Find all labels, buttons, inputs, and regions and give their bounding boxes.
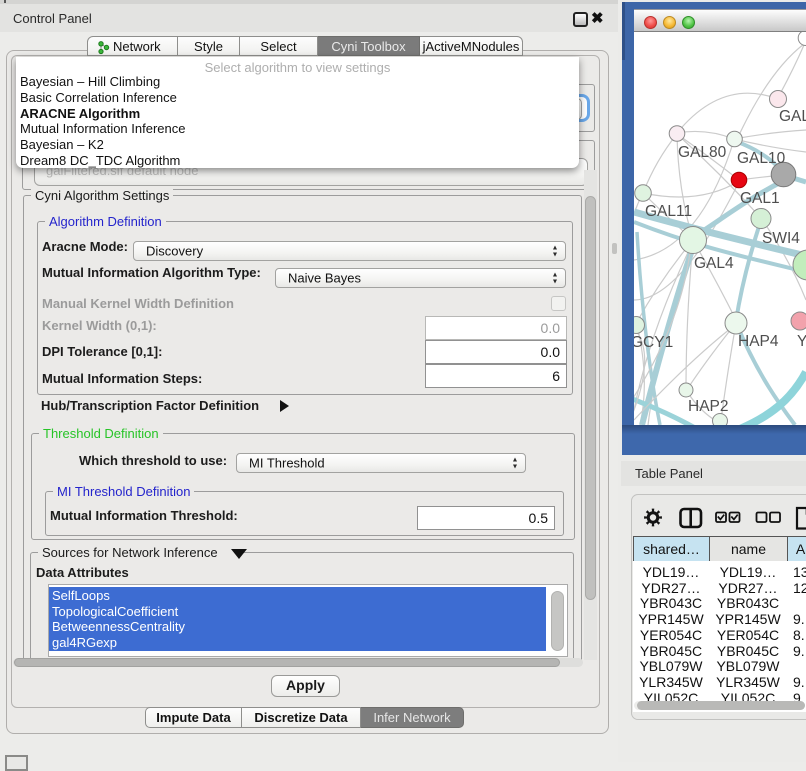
svg-text:SWI4: SWI4 [762,230,800,247]
svg-text:YM: YM [797,333,806,350]
svg-text:GAL1: GAL1 [740,190,780,207]
svg-text:GAL10: GAL10 [737,150,786,167]
svg-text:GAL11: GAL11 [645,203,692,220]
svg-text:GCY1: GCY1 [634,334,673,351]
svg-text:GAL80: GAL80 [678,144,727,161]
svg-text:GAL2: GAL2 [779,108,806,125]
svg-text:GAL4: GAL4 [694,255,734,272]
svg-text:HAP4: HAP4 [738,333,779,350]
svg-text:HAP2: HAP2 [688,398,729,415]
